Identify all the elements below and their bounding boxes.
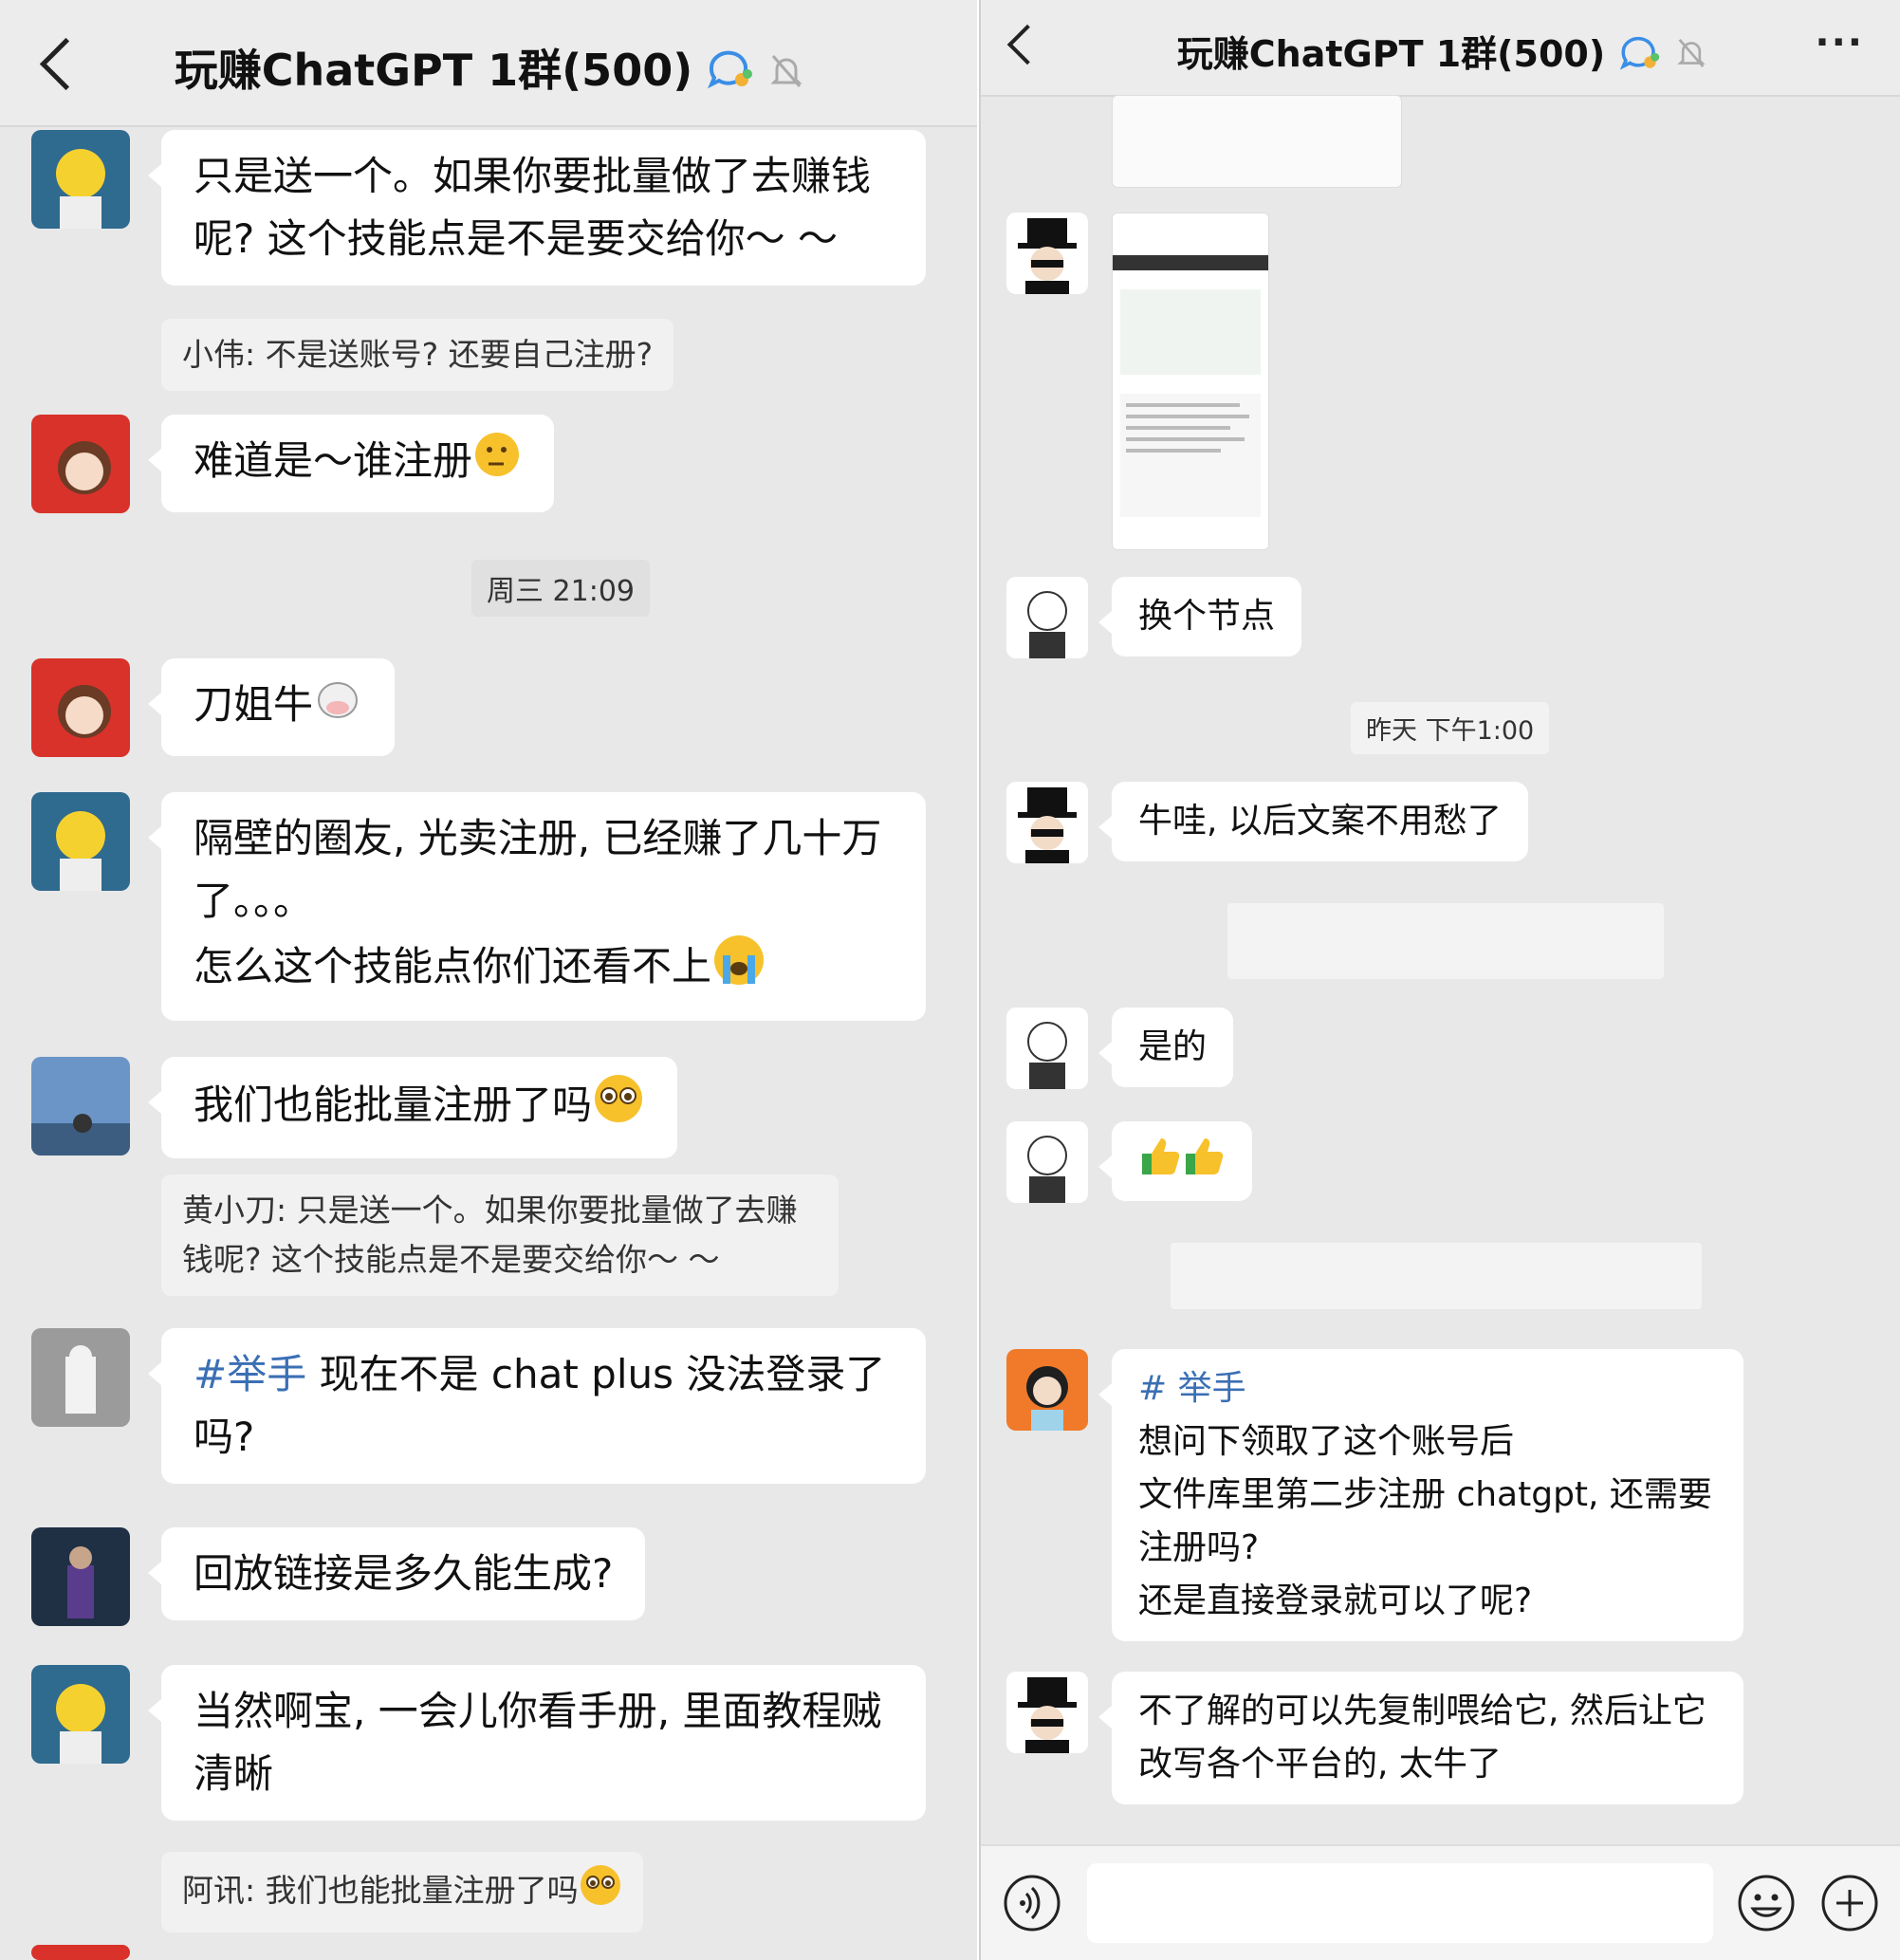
emoji-icon[interactable] [1736, 1873, 1797, 1937]
message-bubble[interactable]: 是的 [1098, 1008, 1234, 1087]
quoted-message[interactable]: 阿讯: 我们也能批量注册了吗 [161, 1852, 643, 1932]
avatar[interactable] [31, 792, 130, 891]
quoted-message[interactable]: 黄小刀: 只是送一个。如果你要批量做了去赚钱呢? 这个技能点是不是要交给你～ ～ [161, 1174, 839, 1296]
avatar[interactable] [31, 415, 130, 513]
message-bubble[interactable] [1098, 1121, 1252, 1201]
message-bubble[interactable]: 换个节点 [1098, 577, 1302, 656]
avatar[interactable] [31, 1527, 130, 1626]
message-bubble[interactable]: 当然啊宝, 一会儿你看手册, 里面教程贼清晰 [148, 1665, 926, 1821]
blurred-message [1171, 1243, 1702, 1309]
message-bubble[interactable]: 不了解的可以先复制喂给它, 然后让它改写各个平台的, 太牛了 [1098, 1672, 1743, 1804]
avatar[interactable] [1006, 213, 1088, 294]
message-bubble[interactable]: 我们也能批量注册了吗 [147, 1057, 678, 1158]
more-icon[interactable]: ··· [1815, 21, 1864, 65]
avatar[interactable] [1006, 782, 1088, 863]
message-bubble[interactable]: 只是送一个。如果你要批量做了去赚钱呢? 这个技能点是不是要交给你～ ～ [148, 130, 926, 286]
voice-icon[interactable] [1002, 1873, 1062, 1937]
avatar[interactable] [1006, 577, 1088, 658]
avatar[interactable] [31, 658, 130, 757]
blurred-message [1227, 903, 1664, 979]
timestamp: 昨天 下午1:00 [1351, 702, 1550, 754]
thumbs-up-icon [1138, 1135, 1182, 1194]
timestamp: 周三 21:09 [471, 560, 650, 617]
cow-face-icon [313, 674, 362, 741]
mute-bell-icon[interactable] [770, 48, 802, 100]
hashtag-link[interactable]: # 举手 [1138, 1369, 1246, 1408]
quoted-message[interactable]: 小伟: 不是送账号? 还要自己注册? [161, 319, 674, 391]
group-chat-icon[interactable] [1618, 33, 1660, 80]
avatar[interactable] [31, 130, 130, 229]
left-chat-panel: 玩赚ChatGPT 1群(500) 只是送一个。如果你要批量做了去赚钱呢? 这个… [0, 0, 977, 1960]
chat-header: 玩赚ChatGPT 1群(500) ··· [981, 0, 1900, 97]
group-chat-icon[interactable] [706, 47, 753, 100]
avatar[interactable] [1006, 1008, 1088, 1089]
hashtag-link[interactable]: #举手 [194, 1351, 306, 1397]
screenshot-image-message[interactable] [1112, 213, 1269, 550]
avatar[interactable] [31, 1945, 130, 1960]
message-bubble[interactable]: 刀姐牛 [147, 658, 396, 756]
image-message[interactable] [1112, 95, 1402, 188]
pleading-face-icon [579, 1863, 622, 1921]
avatar[interactable] [31, 1057, 130, 1156]
message-bubble[interactable]: # 举手 想问下领取了这个账号后 文件库里第二步注册 chatgpt, 还需要注… [1098, 1349, 1743, 1641]
crying-face-icon [711, 933, 766, 1006]
chat-header: 玩赚ChatGPT 1群(500) [0, 0, 977, 127]
avatar[interactable] [1006, 1121, 1088, 1203]
message-input[interactable] [1087, 1863, 1713, 1943]
mute-bell-icon[interactable] [1677, 36, 1706, 78]
chat-title: 玩赚ChatGPT 1群(500) [981, 25, 1900, 80]
message-bubble[interactable]: 回放链接是多久能生成? [147, 1527, 646, 1620]
right-chat-panel: 玩赚ChatGPT 1群(500) ··· 换个节点 昨天 下午1:00 牛哇,… [979, 0, 1900, 1960]
avatar[interactable] [1006, 1672, 1088, 1753]
thinking-face-icon [472, 430, 522, 497]
message-bubble[interactable]: 难道是～谁注册 [147, 415, 555, 512]
avatar[interactable] [31, 1328, 130, 1427]
plus-icon[interactable] [1819, 1873, 1880, 1937]
avatar[interactable] [1006, 1349, 1088, 1431]
avatar[interactable] [31, 1665, 130, 1764]
message-bubble[interactable]: #举手 现在不是 chat plus 没法登录了吗? [148, 1328, 926, 1484]
message-bubble[interactable]: 牛哇, 以后文案不用愁了 [1098, 782, 1528, 861]
message-bubble[interactable]: 隔壁的圈友, 光卖注册, 已经赚了几十万了。。。 怎么这个技能点你们还看不上 [148, 792, 926, 1021]
input-bar [981, 1844, 1900, 1960]
pleading-face-icon [592, 1072, 645, 1143]
thumbs-up-icon [1182, 1135, 1226, 1194]
chat-title: 玩赚ChatGPT 1群(500) [0, 36, 977, 100]
